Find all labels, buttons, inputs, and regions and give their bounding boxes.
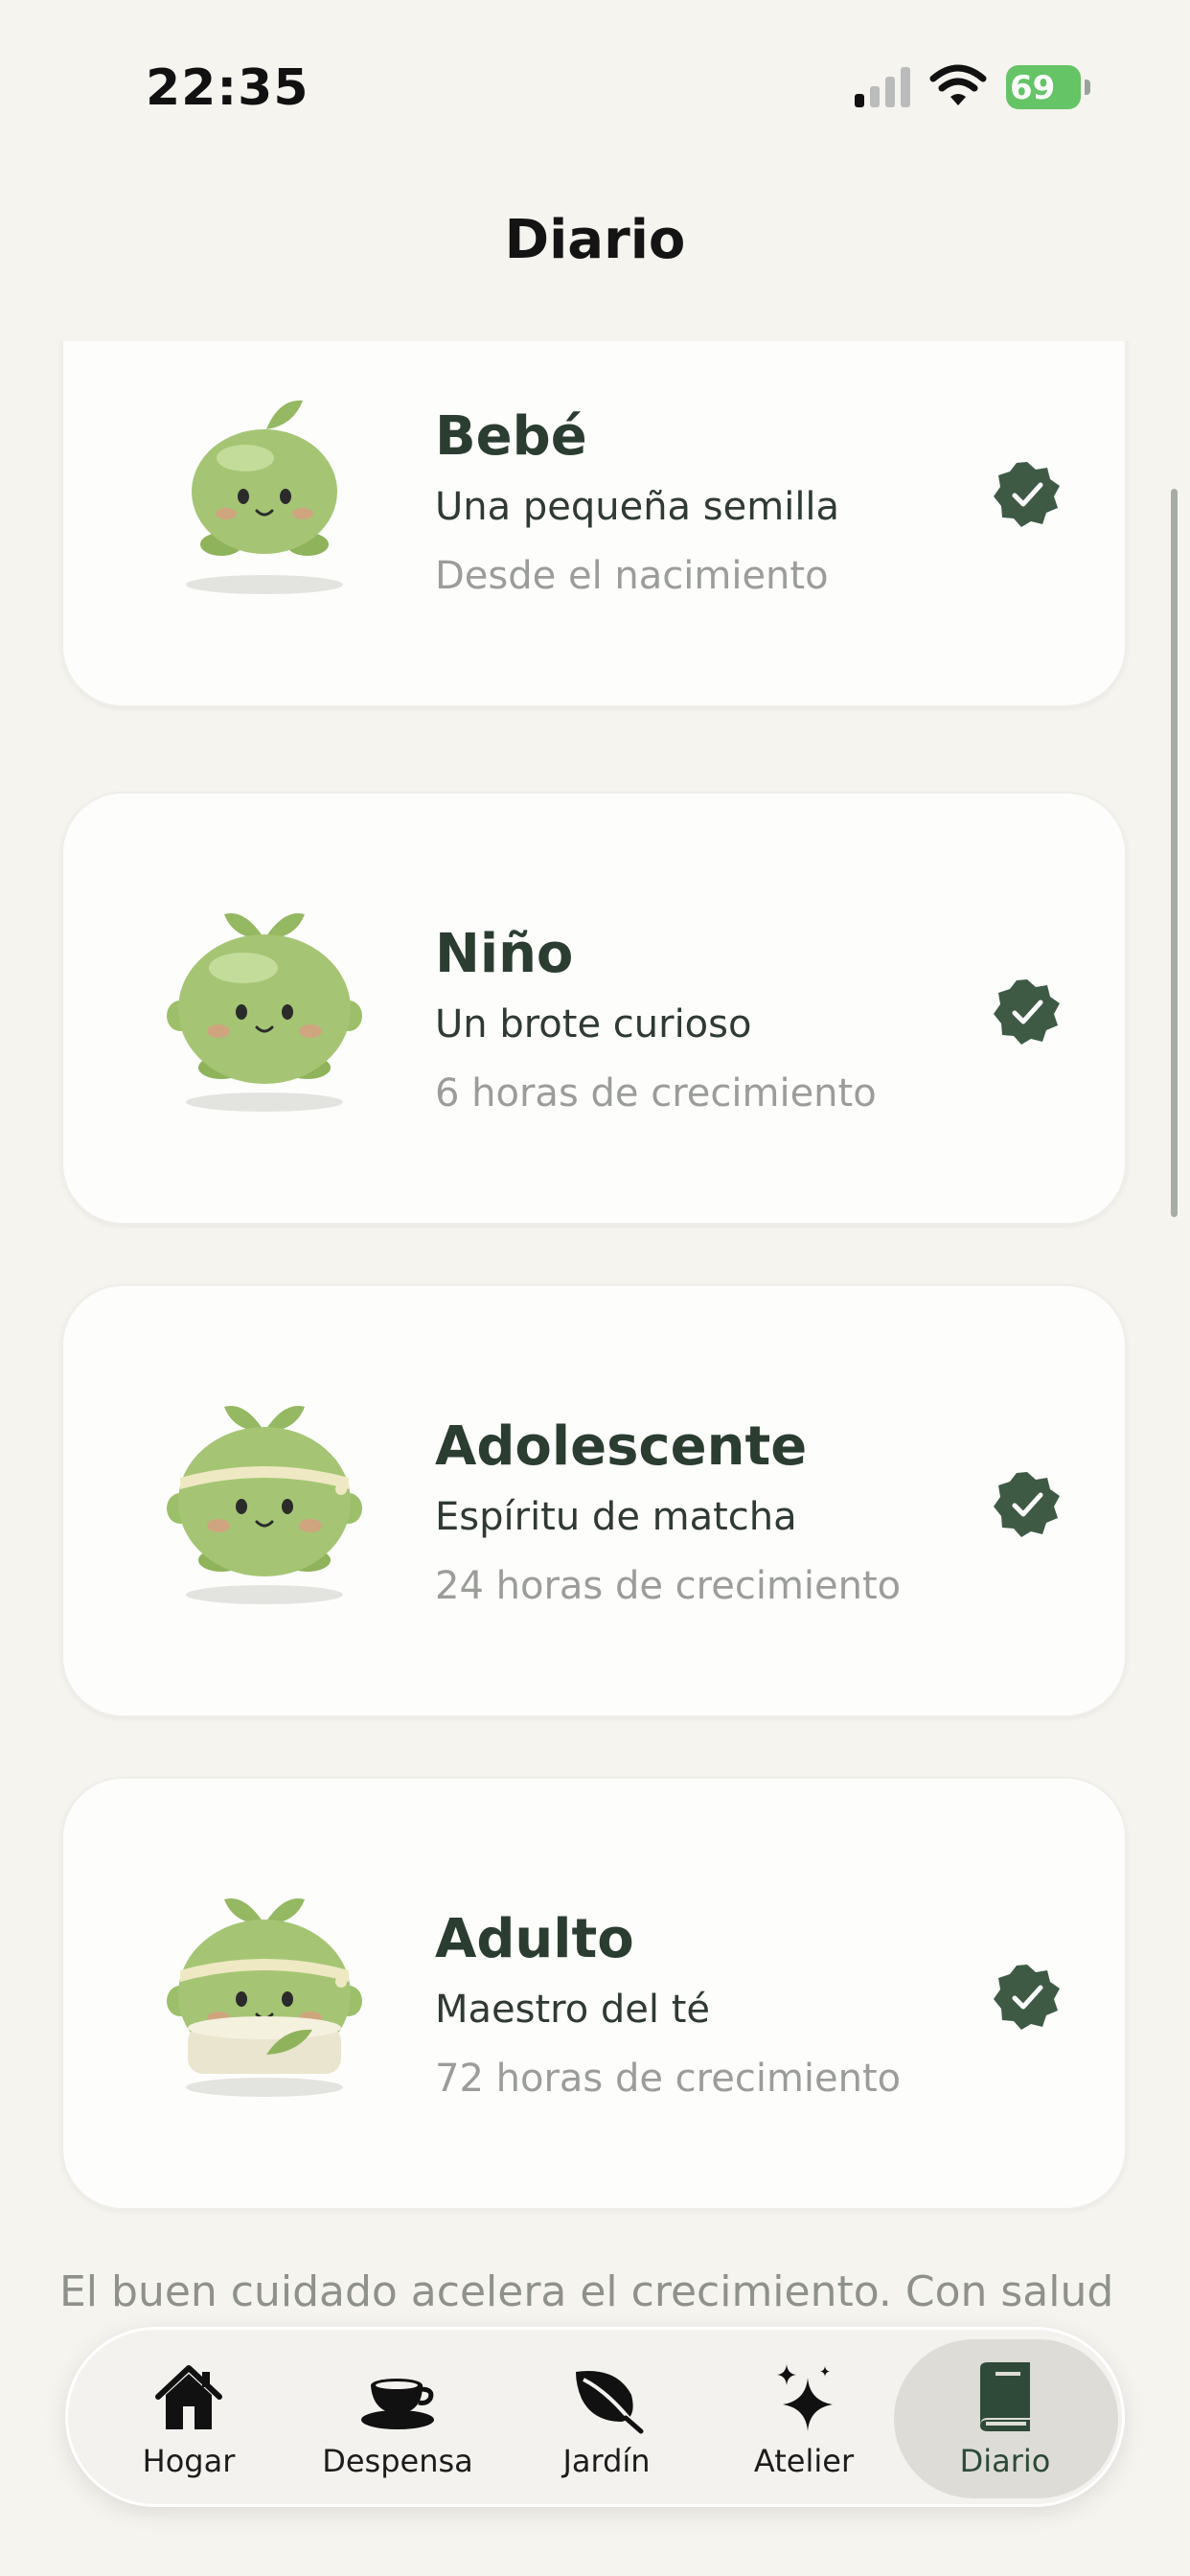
stages-list[interactable]: Bebé Una pequeña semilla Desde el nacimi… (0, 341, 1190, 2354)
stage-name: Adulto (435, 1908, 634, 1970)
sparkles-icon (777, 2364, 833, 2431)
tab-atelier[interactable]: Atelier (708, 2330, 900, 2504)
stage-subtitle: Maestro del té (435, 1988, 711, 2032)
stage-duration: 72 horas de crecimiento (435, 2057, 902, 2101)
stage-name: Niño (435, 923, 574, 985)
tab-label: Diario (959, 2443, 1051, 2479)
stage-subtitle: Una pequeña semilla (435, 485, 840, 529)
stage-duration: 6 horas de crecimiento (435, 1071, 877, 1116)
scrollbar[interactable] (1171, 489, 1178, 1217)
tab-hogar[interactable]: Hogar (93, 2330, 285, 2504)
tab-label: Jardín (562, 2443, 651, 2479)
battery-level: 69 (1010, 69, 1056, 107)
tab-diario[interactable]: Diario (909, 2330, 1101, 2504)
status-time: 22:35 (146, 59, 309, 117)
tab-label: Hogar (142, 2443, 236, 2479)
verified-check-icon (994, 462, 1060, 527)
tab-label: Atelier (753, 2443, 855, 2479)
house-icon (155, 2365, 222, 2429)
tab-despensa[interactable]: Despensa (302, 2330, 493, 2504)
teacup-icon (361, 2379, 434, 2429)
stage-card-adolescente[interactable]: Adolescente Espíritu de matcha 24 horas … (61, 1284, 1127, 1717)
verified-check-icon (994, 1965, 1060, 2030)
stage-subtitle: Espíritu de matcha (435, 1495, 797, 1539)
stage-name: Adolescente (435, 1415, 808, 1478)
stage-duration: Desde el nacimiento (435, 554, 829, 598)
leaf-icon (576, 2371, 644, 2434)
stage-card-bebe[interactable]: Bebé Una pequeña semilla Desde el nacimi… (61, 341, 1127, 707)
tab-bar: Hogar Despensa Jardín Atelier Diario (65, 2327, 1125, 2507)
stage-name: Bebé (435, 405, 587, 468)
adult-creature-icon (167, 1898, 362, 2097)
tab-label: Despensa (322, 2443, 473, 2479)
book-icon (980, 2362, 1030, 2431)
wifi-icon (929, 64, 987, 105)
stage-card-nino[interactable]: Niño Un brote curioso 6 horas de crecimi… (61, 792, 1127, 1225)
battery-icon: 69 (1006, 65, 1092, 109)
growth-info-text: El buen cuidado acelera el crecimiento. … (59, 2267, 1114, 2316)
cellular-signal-icon (855, 67, 910, 107)
child-creature-icon (167, 913, 362, 1112)
verified-check-icon (994, 1472, 1060, 1537)
stage-subtitle: Un brote curioso (435, 1002, 752, 1046)
stage-card-adulto[interactable]: Adulto Maestro del té 72 horas de crecim… (61, 1777, 1127, 2210)
teen-creature-icon (167, 1406, 362, 1604)
tab-jardin[interactable]: Jardín (511, 2330, 702, 2504)
stage-duration: 24 horas de crecimiento (435, 1564, 902, 1608)
page-title: Diario (504, 209, 686, 271)
baby-creature-icon (186, 400, 343, 594)
verified-check-icon (994, 979, 1060, 1045)
